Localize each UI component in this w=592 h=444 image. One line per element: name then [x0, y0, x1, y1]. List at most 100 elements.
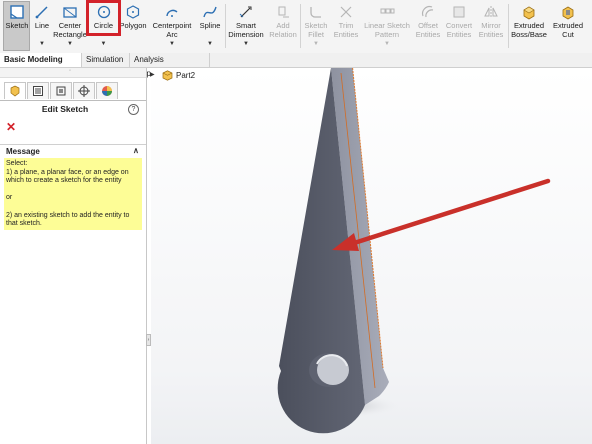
message-section-header[interactable]: Message ∧ — [0, 144, 146, 157]
centerpoint-arc-label-2: Arc — [166, 30, 178, 39]
center-rectangle-label-1: Center — [58, 21, 82, 30]
offset-entities-label-1: Offset — [418, 21, 438, 30]
message-line: Select: — [6, 160, 28, 167]
polygon-label: Polygon — [119, 21, 147, 30]
centerpoint-arc-label-1: Centerpoint — [152, 21, 192, 30]
sketch-button[interactable]: Sketch — [4, 0, 30, 53]
configuration-icon — [56, 86, 66, 96]
message-line: 2) an existing sketch to add the entity … — [6, 211, 130, 228]
dimxpert-manager-tab[interactable] — [73, 82, 95, 99]
extruded-cut-icon — [559, 3, 577, 21]
feature-manager-tab[interactable] — [4, 82, 26, 99]
convert-entities-label-2: Entities — [446, 30, 472, 39]
arc-icon — [163, 3, 181, 21]
trim-entities-label-2: Entities — [333, 30, 359, 39]
polygon-icon — [124, 3, 142, 21]
polygon-button[interactable]: Polygon — [119, 0, 147, 53]
add-relation-button[interactable]: Add Relation — [267, 0, 299, 53]
center-rectangle-button[interactable]: Center Rectangle ▼ — [53, 0, 87, 53]
configuration-manager-tab[interactable] — [50, 82, 72, 99]
message-line — [6, 203, 140, 212]
sketch-fillet-button[interactable]: Sketch Fillet ▼ — [302, 0, 330, 53]
spline-button[interactable]: Spline ▼ — [197, 0, 223, 53]
sketch-fillet-icon — [307, 3, 325, 21]
spline-label: Spline — [199, 21, 221, 30]
annotation-arrow — [348, 178, 551, 247]
grip-icon: ◦ — [69, 68, 72, 74]
line-label: Line — [34, 21, 50, 30]
tab-analysis-preparation[interactable]: Analysis Preparation — [130, 53, 210, 78]
extruded-cut-label-1: Extruded — [552, 21, 584, 30]
center-rectangle-icon — [61, 3, 79, 21]
message-line: 1) a plane, a planar face, or an edge on… — [6, 168, 129, 185]
trim-icon — [337, 3, 355, 21]
line-icon — [33, 3, 51, 21]
mirror-entities-button[interactable]: Mirror Entities — [476, 0, 506, 53]
trim-entities-button[interactable]: Trim Entities — [333, 0, 359, 53]
cancel-icon[interactable]: ✕ — [6, 120, 16, 134]
extruded-cut-label-2: Cut — [562, 30, 574, 39]
offset-entities-button[interactable]: Offset Entities — [414, 0, 442, 53]
smart-dimension-label-1: Smart — [235, 21, 256, 30]
mirror-entities-label-2: Entities — [478, 30, 504, 39]
line-button[interactable]: Line ▼ — [31, 0, 53, 53]
part-name[interactable]: Part2 — [176, 71, 195, 80]
linear-pattern-icon — [378, 3, 396, 21]
crosshair-icon — [78, 85, 90, 97]
add-relation-label-2: Relation — [269, 30, 297, 39]
message-box: Select: 1) a plane, a planar face, or an… — [4, 158, 142, 230]
mirror-icon — [482, 3, 500, 21]
property-manager-tab[interactable] — [27, 82, 49, 99]
part-model[interactable] — [151, 68, 592, 444]
message-line — [6, 186, 140, 195]
chevron-up-icon[interactable]: ∧ — [133, 146, 139, 155]
property-manager-panel: ◦ Edit Sketch ? ✕ Message ∧ Select: 1) a… — [0, 68, 147, 444]
manager-tabs — [0, 80, 146, 101]
chevron-down-icon[interactable]: ▼ — [101, 41, 107, 47]
chevron-down-icon[interactable]: ▼ — [384, 41, 390, 47]
ribbon-separator — [508, 4, 509, 48]
smart-dimension-button[interactable]: Smart Dimension ▼ — [227, 0, 265, 53]
chevron-down-icon[interactable]: ▼ — [67, 41, 73, 47]
tab-basic-modeling-tools[interactable]: Basic Modeling Tools — [0, 53, 82, 78]
extruded-boss-button[interactable]: Extruded Boss/Base — [510, 0, 548, 53]
feature-tree-icon — [10, 85, 20, 97]
extruded-boss-icon — [520, 3, 538, 21]
command-manager-ribbon: Sketch Line ▼ Center Rectangle ▼ Circle … — [0, 0, 592, 54]
help-icon[interactable]: ? — [128, 104, 139, 115]
convert-icon — [450, 3, 468, 21]
chevron-down-icon[interactable]: ▼ — [313, 41, 319, 47]
panel-resize-handle[interactable]: ◦ — [0, 68, 146, 78]
convert-entities-button[interactable]: Convert Entities — [444, 0, 474, 53]
chevron-down-icon[interactable]: ▼ — [243, 41, 249, 47]
add-relation-icon — [274, 3, 292, 21]
offset-icon — [419, 3, 437, 21]
sketch-icon — [8, 3, 26, 21]
centerpoint-arc-button[interactable]: Centerpoint Arc ▼ — [150, 0, 194, 53]
chevron-down-icon[interactable]: ▼ — [207, 41, 213, 47]
smart-dimension-icon — [237, 3, 255, 21]
chevron-down-icon[interactable]: ▼ — [169, 41, 175, 47]
display-manager-tab[interactable] — [96, 82, 118, 99]
mirror-entities-label-1: Mirror — [481, 21, 501, 30]
sketch-fillet-label-2: Fillet — [308, 30, 324, 39]
tab-simulation[interactable]: Simulation — [82, 53, 130, 67]
extruded-cut-button[interactable]: Extruded Cut — [550, 0, 586, 53]
ribbon-separator — [225, 4, 226, 48]
graphics-viewport[interactable] — [151, 68, 592, 444]
extruded-boss-label-1: Extruded — [513, 21, 545, 30]
chevron-down-icon[interactable]: ▼ — [39, 41, 45, 47]
message-line: or — [6, 194, 13, 202]
linear-sketch-pattern-label-2: Pattern — [374, 30, 400, 39]
linear-sketch-pattern-button[interactable]: Linear Sketch Pattern ▼ — [362, 0, 412, 53]
sketch-label: Sketch — [5, 21, 29, 30]
extruded-boss-label-2: Boss/Base — [511, 30, 547, 39]
linear-sketch-pattern-label-1: Linear Sketch — [364, 21, 410, 30]
center-rectangle-label-2: Rectangle — [53, 30, 87, 39]
spline-icon — [201, 3, 219, 21]
convert-entities-label-1: Convert — [445, 21, 473, 30]
command-tabs: Basic Modeling Tools Simulation Analysis… — [0, 53, 592, 78]
message-header-label: Message — [6, 147, 40, 156]
part-icon — [162, 70, 173, 83]
expand-arrow-icon[interactable]: ▶ — [150, 71, 155, 78]
